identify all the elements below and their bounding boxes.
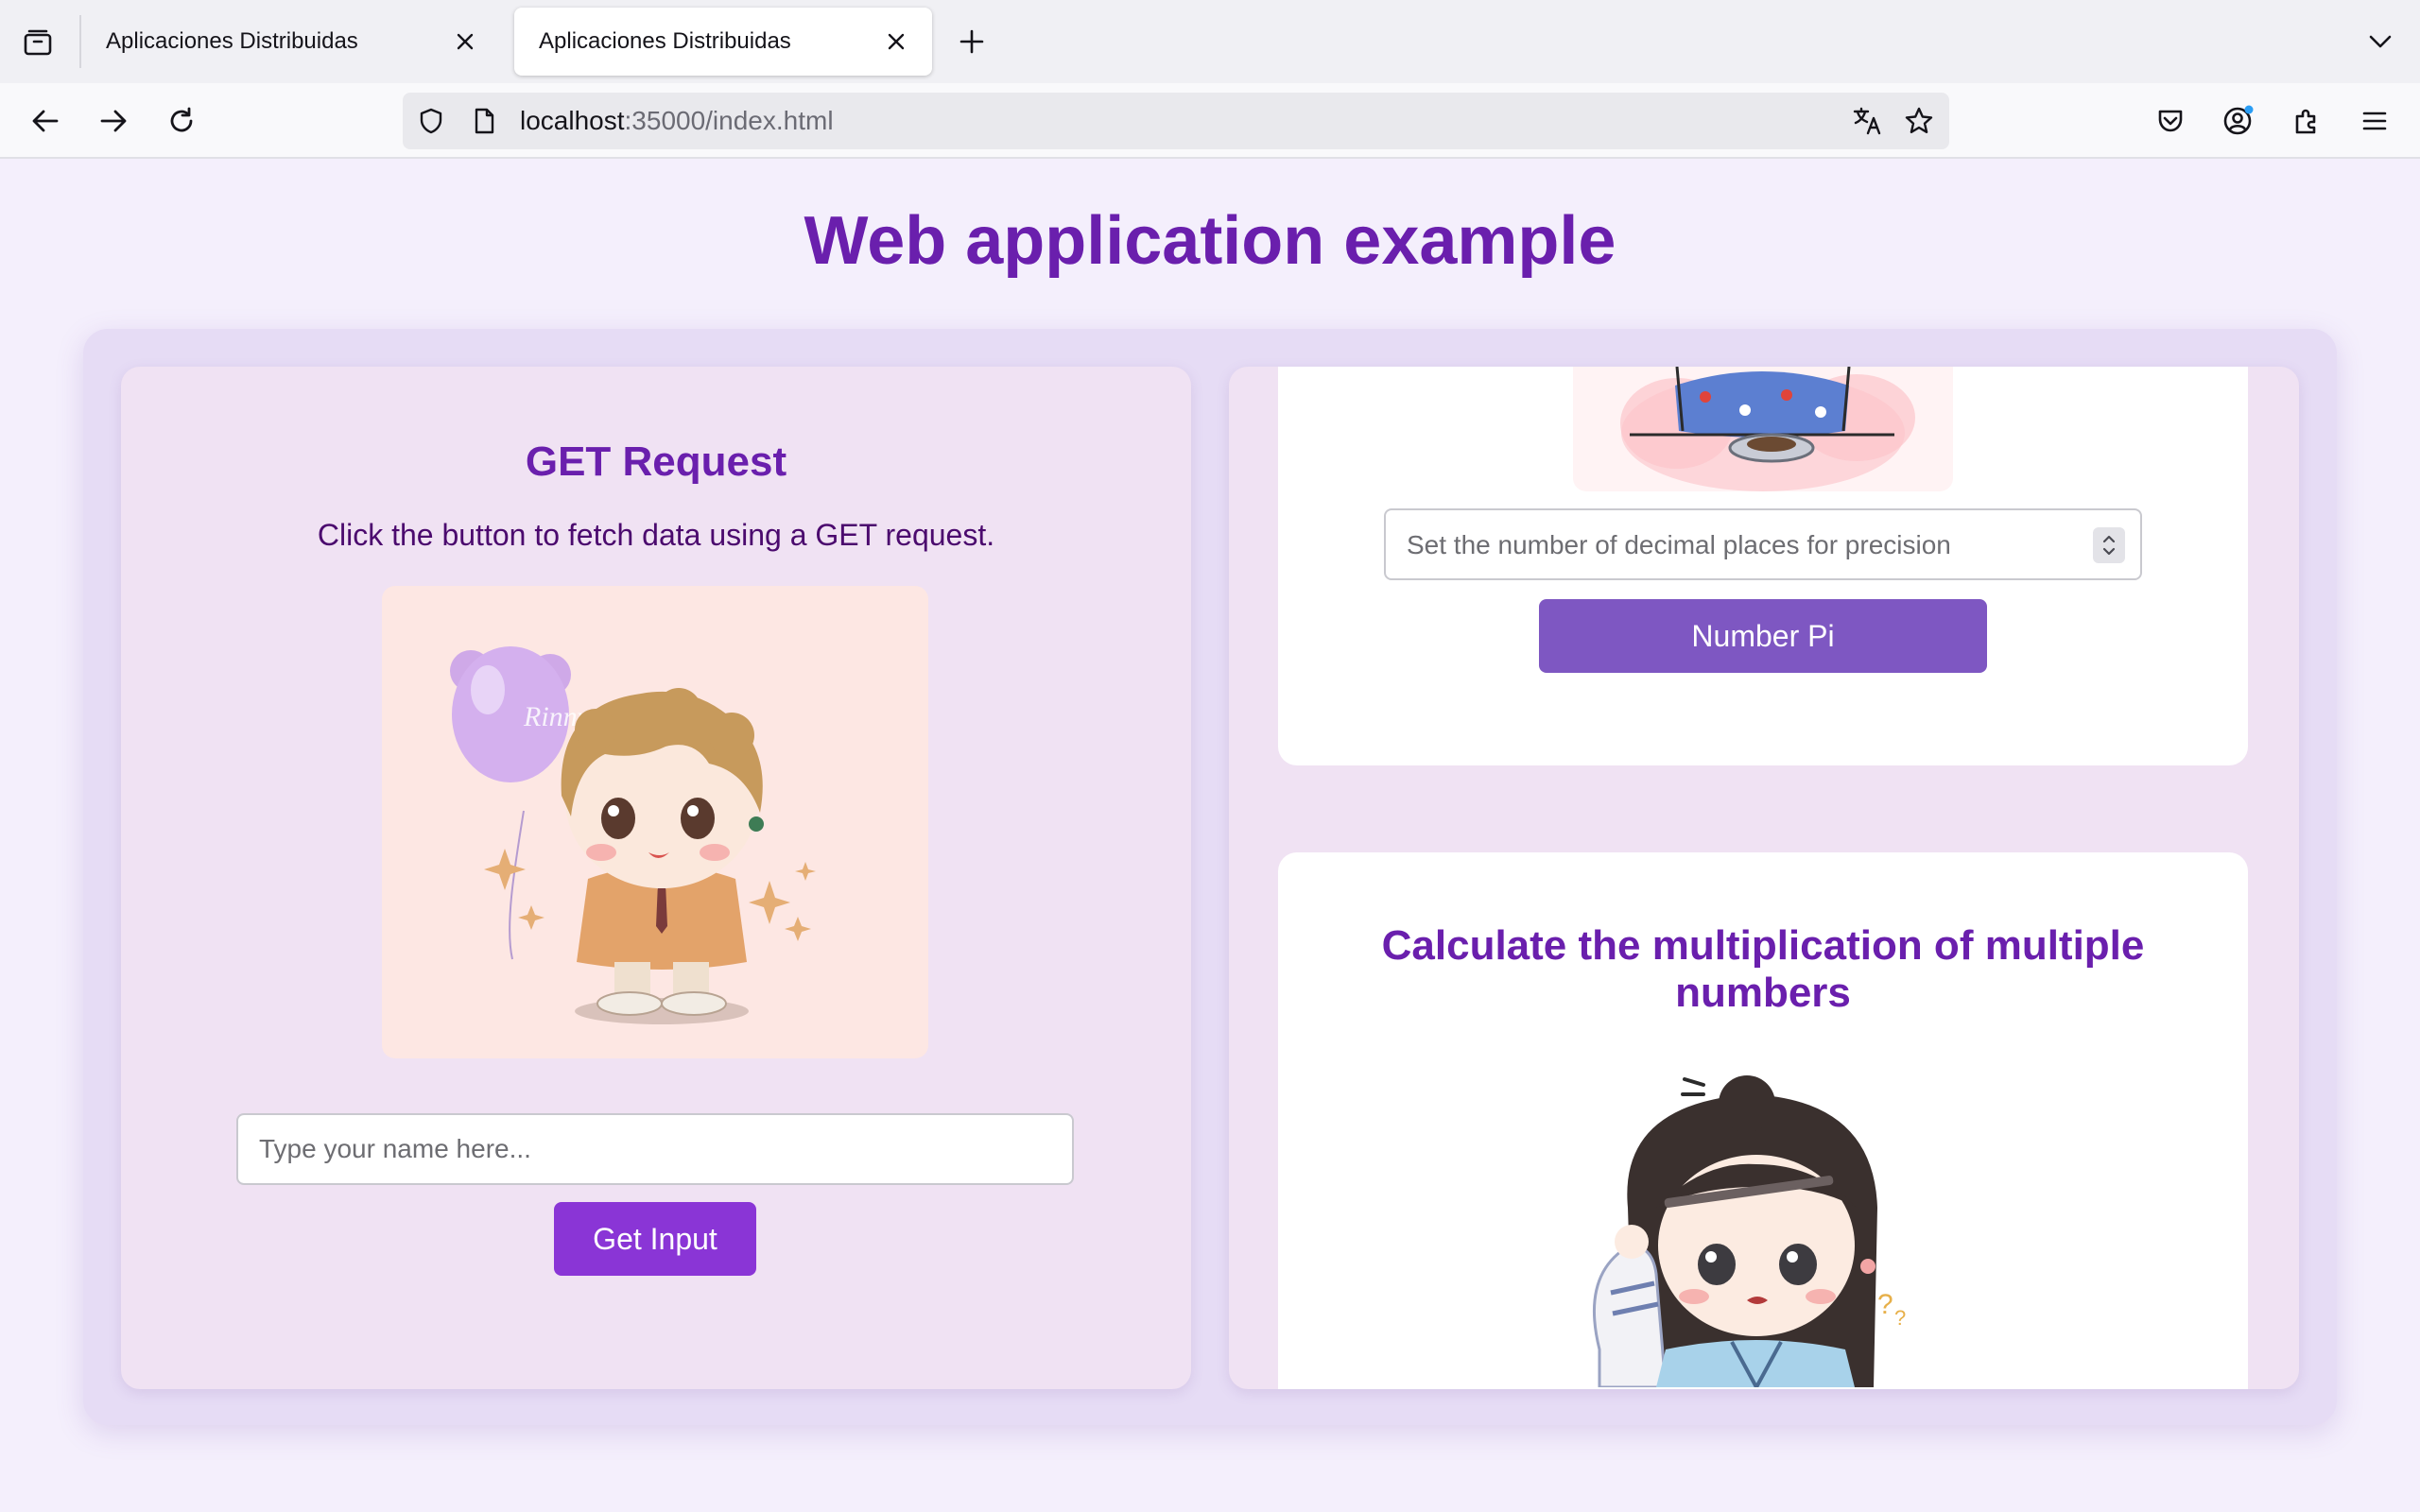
svg-text:?: ?	[1894, 1306, 1906, 1330]
get-request-description: Click the button to fetch data using a G…	[317, 518, 995, 552]
chibi-eating-image	[1573, 367, 1953, 491]
translate-icon[interactable]	[1849, 102, 1887, 140]
precision-input[interactable]: Set the number of decimal places for pre…	[1384, 508, 2142, 580]
number-spinner-icon[interactable]	[2093, 527, 2125, 563]
bookmark-star-icon[interactable]	[1900, 102, 1938, 140]
get-input-button[interactable]: Get Input	[554, 1202, 756, 1276]
pocket-icon[interactable]	[2148, 98, 2193, 144]
page-icon[interactable]	[465, 102, 503, 140]
new-tab-icon[interactable]	[949, 19, 994, 64]
browser-tab-bar: Aplicaciones Distribuidas Aplicaciones D…	[0, 0, 2420, 83]
precision-input-placeholder: Set the number of decimal places for pre…	[1407, 530, 1951, 559]
menu-icon[interactable]	[2352, 98, 2397, 144]
number-pi-button[interactable]: Number Pi	[1539, 599, 1987, 673]
close-icon[interactable]	[446, 23, 484, 60]
chibi-balloon-image: Rinny	[382, 586, 928, 1058]
address-bar[interactable]: localhost:35000/index.html	[403, 93, 1949, 149]
right-scroll-card[interactable]: Set the number of decimal places for pre…	[1229, 367, 2299, 1389]
close-icon[interactable]	[877, 23, 915, 60]
name-input[interactable]	[236, 1113, 1074, 1185]
tab-title: Aplicaciones Distribuidas	[106, 28, 358, 54]
forward-arrow-icon[interactable]	[91, 98, 136, 144]
get-request-card: GET Request Click the button to fetch da…	[121, 367, 1191, 1389]
browser-tab-2[interactable]: Aplicaciones Distribuidas	[514, 8, 932, 76]
multiplication-title: Calculate the multiplication of multiple…	[1381, 922, 2145, 1016]
browser-nav-bar: localhost:35000/index.html	[0, 83, 2420, 159]
reload-icon[interactable]	[159, 98, 204, 144]
svg-text:?: ?	[1877, 1289, 1893, 1320]
url-host: localhost	[520, 106, 625, 135]
tab-list-icon[interactable]	[13, 19, 62, 68]
extensions-icon[interactable]	[2284, 98, 2329, 144]
account-icon[interactable]	[2216, 98, 2261, 144]
tab-title: Aplicaciones Distribuidas	[539, 28, 791, 54]
shield-icon[interactable]	[412, 102, 450, 140]
url-text[interactable]: localhost:35000/index.html	[520, 106, 834, 136]
pi-card: Set the number of decimal places for pre…	[1278, 367, 2248, 765]
chevron-down-icon[interactable]	[2358, 19, 2403, 64]
multiplication-card: Calculate the multiplication of multiple…	[1278, 852, 2248, 1389]
get-request-title: GET Request	[525, 438, 787, 485]
page-title: Web application example	[804, 203, 1616, 279]
url-path: :35000/index.html	[624, 106, 834, 135]
browser-tab-1[interactable]: Aplicaciones Distribuidas	[81, 8, 501, 76]
back-arrow-icon[interactable]	[23, 98, 68, 144]
chibi-thinking-image: ? ?	[1562, 1066, 1959, 1389]
